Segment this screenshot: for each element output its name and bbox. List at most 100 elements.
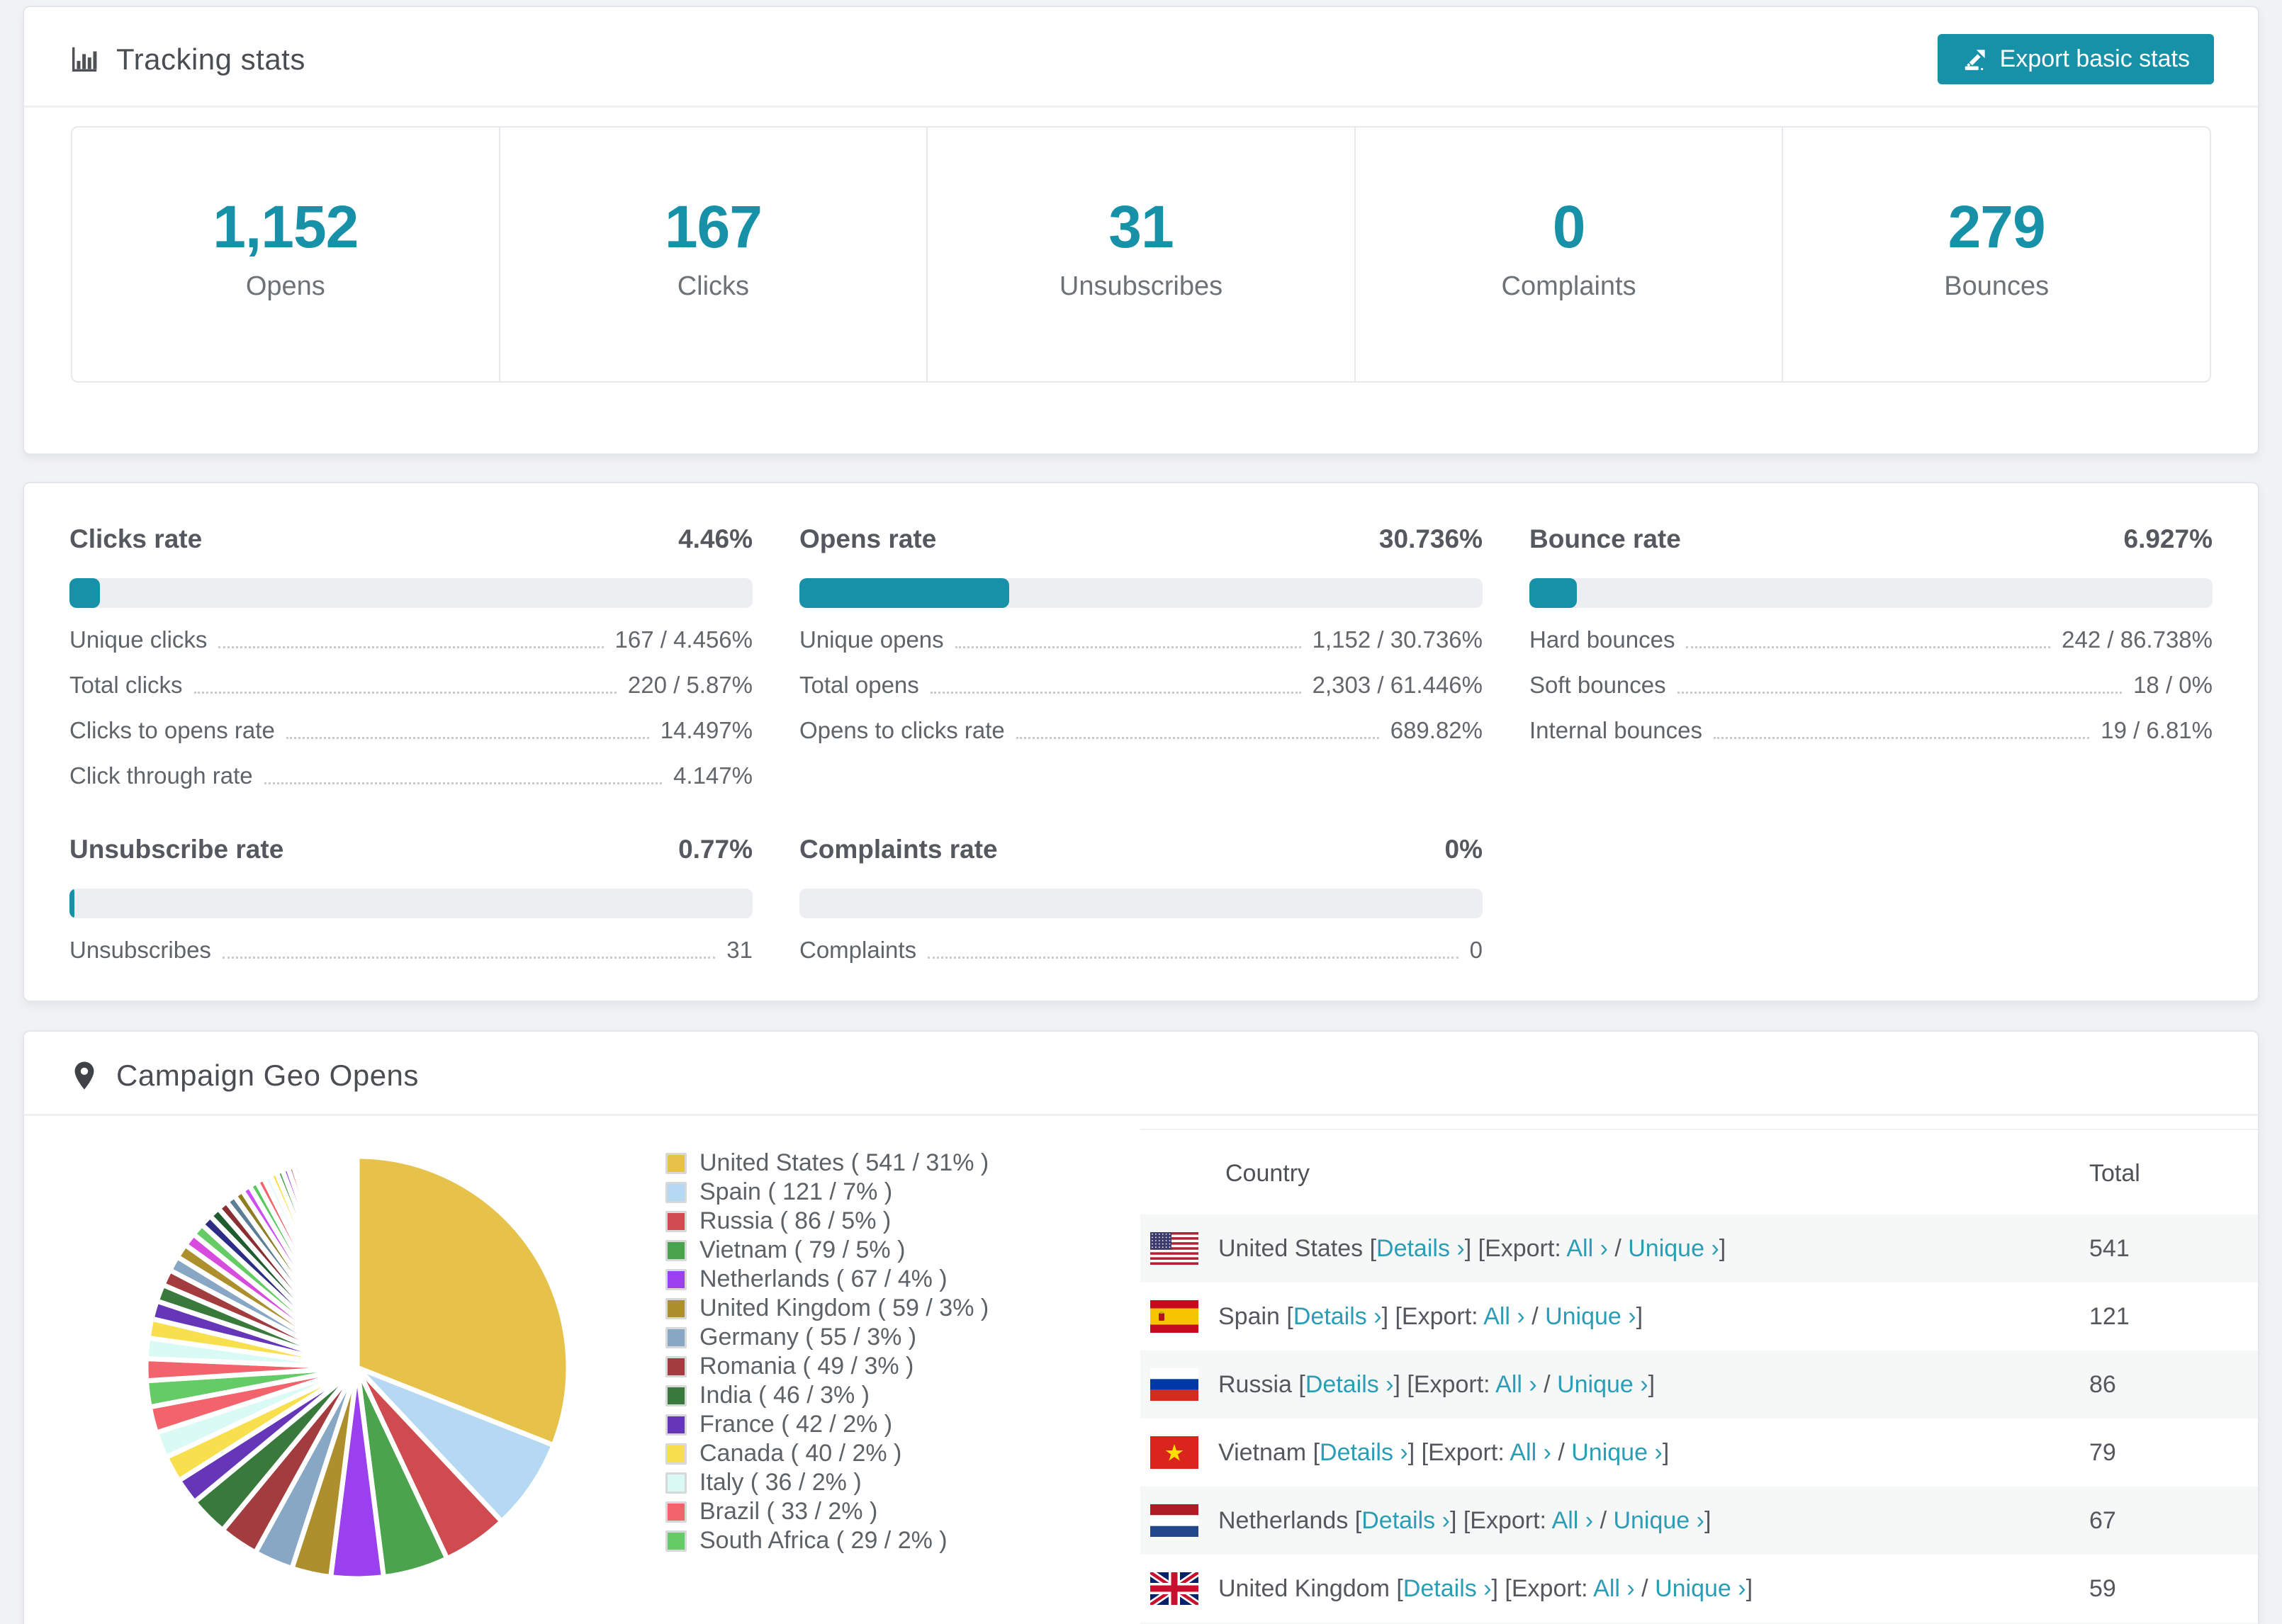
details-link-united-states[interactable]: Details ›	[1376, 1235, 1465, 1262]
export-all-link-spain[interactable]: All ›	[1483, 1303, 1525, 1330]
rate-row-value: 31	[726, 937, 753, 963]
rate-head-bounce-rate: Bounce rate 6.927%	[1529, 524, 2213, 554]
dotted-leader	[1016, 737, 1379, 739]
legend-item-romania: Romania ( 49 / 3% )	[665, 1352, 1034, 1381]
punct: [	[1369, 1234, 1377, 1262]
legend-swatch-brazil	[665, 1501, 687, 1523]
rate-value-label: 4.46%	[678, 524, 753, 553]
punct: ]	[1746, 1574, 1753, 1602]
rate-row-label: Clicks to opens rate	[69, 717, 275, 743]
export-basic-stats-button[interactable]: Export basic stats	[1937, 34, 2214, 84]
export-label: Export:	[1413, 1370, 1496, 1398]
export-label: Export:	[1485, 1234, 1567, 1262]
rate-row-label: Total opens	[799, 672, 919, 698]
export-label: Export:	[1401, 1302, 1484, 1330]
dotted-leader	[1714, 737, 2090, 739]
punct: /	[1634, 1574, 1656, 1602]
legend-item-germany: Germany ( 55 / 3% )	[665, 1323, 1034, 1352]
country-name: Spain	[1218, 1302, 1287, 1330]
export-button-label: Export basic stats	[1999, 45, 2190, 72]
geo-row-flag-cell	[1140, 1487, 1218, 1555]
stat-value-clicks: 167	[664, 193, 763, 260]
rate-panel-clicks-rate: Clicks rate 4.46% Unique clicks 167 / 4.456…	[69, 524, 753, 789]
dotted-leader	[1677, 692, 2123, 694]
rate-row-value: 0	[1469, 937, 1483, 963]
rate-row-value: 220 / 5.87%	[627, 672, 753, 698]
dotted-leader	[218, 646, 604, 648]
export-all-link-united-kingdom[interactable]: All ›	[1593, 1575, 1635, 1602]
rate-row-complaints: Complaints 0	[799, 937, 1483, 964]
punct: [	[1298, 1370, 1305, 1398]
flag-es	[1150, 1300, 1198, 1333]
stat-value-complaints: 0	[1552, 193, 1586, 260]
rate-row-label: Unique opens	[799, 626, 944, 653]
flag-vn	[1150, 1436, 1198, 1469]
punct: /	[1524, 1302, 1546, 1330]
rate-row-label: Click through rate	[69, 762, 253, 789]
rate-head-opens-rate: Opens rate 30.736%	[799, 524, 1483, 554]
rate-title-label: Clicks rate	[69, 524, 203, 553]
geo-row-spain: Spain [Details ›] [Export: All › / Uniqu…	[1140, 1282, 2258, 1350]
rate-row-label: Hard bounces	[1529, 626, 1675, 653]
export-unique-link-russia[interactable]: Unique ›	[1557, 1371, 1648, 1398]
punct: ]	[1704, 1506, 1712, 1534]
rate-row-label: Soft bounces	[1529, 672, 1666, 698]
rates-grid: Clicks rate 4.46% Unique clicks 167 / 4.456…	[24, 483, 2258, 1000]
details-link-spain[interactable]: Details ›	[1293, 1303, 1382, 1330]
summary-stats-wrap: 1,152 Opens 167 Clicks 31 Unsubscribes 0 Compla…	[24, 108, 2258, 453]
export-unique-link-united-kingdom[interactable]: Unique ›	[1655, 1575, 1746, 1602]
legend-item-south-africa: South Africa ( 29 / 2% )	[665, 1526, 1034, 1555]
legend-label: India ( 46 / 3% )	[699, 1382, 870, 1409]
stat-box-complaints: 0 Complaints	[1356, 128, 1784, 381]
rate-value-label: 0.77%	[678, 835, 753, 864]
details-link-netherlands[interactable]: Details ›	[1361, 1507, 1450, 1534]
export-all-link-russia[interactable]: All ›	[1495, 1371, 1537, 1398]
legend-swatch-canada	[665, 1443, 687, 1465]
progress-fill-clicks-rate	[69, 578, 100, 608]
legend-swatch-vietnam	[665, 1239, 687, 1261]
punct: /	[1536, 1370, 1558, 1398]
dotted-leader	[955, 646, 1301, 648]
rate-rows-unsubscribe-rate: Unsubscribes 31	[69, 937, 753, 964]
dotted-leader	[928, 957, 1458, 959]
tracking-stats-card: Tracking stats Export basic stats 1,152 O…	[23, 6, 2259, 455]
legend-swatch-south-africa	[665, 1530, 687, 1552]
flag-ru	[1150, 1368, 1198, 1401]
rate-row-value: 4.147%	[673, 762, 753, 789]
details-link-russia[interactable]: Details ›	[1305, 1371, 1394, 1398]
export-unique-link-united-states[interactable]: Unique ›	[1628, 1235, 1719, 1262]
export-unique-link-netherlands[interactable]: Unique ›	[1613, 1507, 1704, 1534]
legend-label: Spain ( 121 / 7% )	[699, 1178, 893, 1205]
rates-card: Clicks rate 4.46% Unique clicks 167 / 4.456…	[23, 482, 2259, 1002]
dotted-leader	[286, 737, 649, 739]
rate-row-internal-bounces: Internal bounces 19 / 6.81%	[1529, 717, 2213, 744]
legend-swatch-italy	[665, 1472, 687, 1494]
rate-rows-bounce-rate: Hard bounces 242 / 86.738% Soft bounces 18 …	[1529, 626, 2213, 744]
progress-track-bounce-rate	[1529, 578, 2213, 608]
legend-item-india: India ( 46 / 3% )	[665, 1381, 1034, 1410]
rate-panel-bounce-rate: Bounce rate 6.927% Hard bounces 242 / 86.73…	[1529, 524, 2213, 789]
legend-label: Romania ( 49 / 3% )	[699, 1353, 914, 1380]
export-all-link-united-states[interactable]: All ›	[1566, 1235, 1608, 1262]
punct: [	[1286, 1302, 1293, 1330]
rate-row-label: Complaints	[799, 937, 917, 963]
geo-row-country-cell: Spain [Details ›] [Export: All › / Uniqu…	[1218, 1282, 2089, 1350]
country-name: United Kingdom	[1218, 1574, 1397, 1602]
rate-row-hard-bounces: Hard bounces 242 / 86.738%	[1529, 626, 2213, 653]
rate-row-value: 2,303 / 61.446%	[1312, 672, 1483, 698]
geo-row-united-states: United States [Details ›] [Export: All ›…	[1140, 1214, 2258, 1282]
rate-head-clicks-rate: Clicks rate 4.46%	[69, 524, 753, 554]
export-all-link-netherlands[interactable]: All ›	[1552, 1507, 1594, 1534]
geo-row-country-cell: United Kingdom [Details ›] [Export: All …	[1218, 1555, 2089, 1623]
details-link-vietnam[interactable]: Details ›	[1320, 1439, 1408, 1466]
export-unique-link-vietnam[interactable]: Unique ›	[1571, 1439, 1663, 1466]
legend-label: Italy ( 36 / 2% )	[699, 1469, 862, 1496]
progress-fill-unsubscribe-rate	[69, 889, 75, 918]
export-label: Export:	[1511, 1574, 1594, 1602]
country-name: Netherlands	[1218, 1506, 1355, 1534]
export-unique-link-spain[interactable]: Unique ›	[1545, 1303, 1636, 1330]
rate-title-label: Complaints rate	[799, 835, 998, 864]
details-link-united-kingdom[interactable]: Details ›	[1403, 1575, 1492, 1602]
export-all-link-vietnam[interactable]: All ›	[1510, 1439, 1551, 1466]
pie-slice-other[interactable]	[353, 1154, 360, 1370]
